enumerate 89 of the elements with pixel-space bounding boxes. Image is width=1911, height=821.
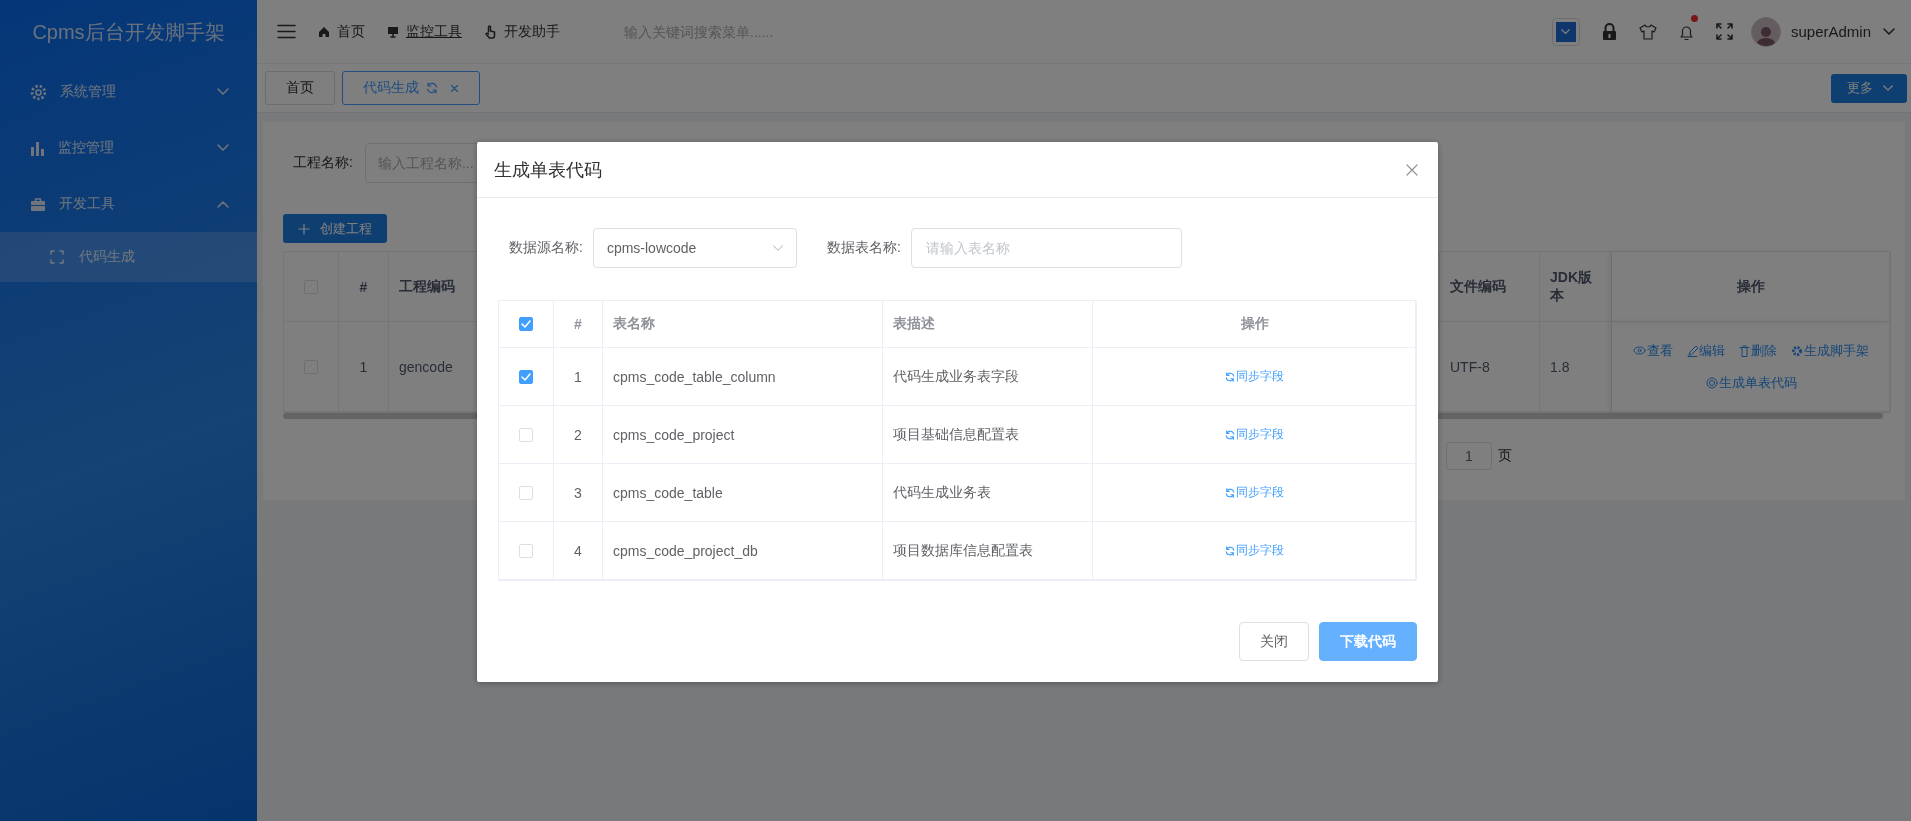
column-header: 表名称 <box>613 315 655 333</box>
table-cell: 1 <box>574 368 582 385</box>
gear-icon <box>1791 344 1803 357</box>
field-label: 数据源名称: <box>509 239 583 257</box>
table-cell: 代码生成业务表字段 <box>893 367 1019 386</box>
refresh-icon <box>1225 371 1235 382</box>
refresh-icon <box>1225 429 1235 440</box>
table-cell: 4 <box>574 542 582 559</box>
checkbox[interactable] <box>519 317 533 331</box>
fullscreen-icon[interactable] <box>1715 23 1733 40</box>
chevron-down-icon[interactable] <box>1883 27 1895 36</box>
menu-item[interactable]: 监控管理 <box>0 120 257 176</box>
select-field[interactable]: cpms-lowcode <box>592 228 797 268</box>
table-cell: 3 <box>574 484 582 501</box>
chevron-down-icon <box>771 244 784 252</box>
target-icon <box>1705 376 1718 389</box>
briefcase-icon <box>30 196 46 212</box>
input-field[interactable]: 请输入表名称 <box>910 228 1182 268</box>
column-header: # <box>359 278 368 295</box>
column-header: 操作 <box>1737 277 1765 296</box>
close-icon[interactable] <box>450 83 459 93</box>
close-icon[interactable] <box>1406 163 1418 176</box>
app-title: Cpms后台开发脚手架 <box>31 19 226 45</box>
eye-icon <box>1633 346 1646 355</box>
trash-icon <box>1739 344 1750 357</box>
table-cell: 1 <box>359 358 368 375</box>
nav-link[interactable]: 监控工具 <box>387 22 462 41</box>
table-cell: cpms_code_project <box>613 426 735 443</box>
dialog-title: 生成单表代码 <box>494 158 603 182</box>
lock-icon[interactable] <box>1601 22 1617 41</box>
field-label: 工程名称: <box>293 154 353 172</box>
home-icon <box>318 25 330 38</box>
menu-icon[interactable] <box>277 24 296 39</box>
table-cell: 代码生成业务表 <box>893 483 991 502</box>
menu-item[interactable]: 系统管理 <box>0 64 257 120</box>
action-link[interactable]: 编辑 <box>1687 341 1725 360</box>
table-cell: 1.8 <box>1550 358 1570 375</box>
sync-link[interactable]: 同步字段 <box>1225 484 1284 501</box>
action-link[interactable]: 删除 <box>1739 341 1777 360</box>
column-header: 工程编码 <box>399 277 455 296</box>
column-header: # <box>574 316 582 332</box>
username[interactable]: superAdmin <box>1790 23 1871 40</box>
table-cell: cpms_code_project_db <box>613 542 758 559</box>
pencil-icon <box>1687 344 1698 357</box>
chevron-down-icon <box>1561 28 1571 35</box>
close-button[interactable]: 关闭 <box>1239 622 1309 661</box>
plus-icon <box>298 222 310 235</box>
action-link[interactable]: 生成脚手架 <box>1791 341 1869 360</box>
check-icon <box>521 372 531 381</box>
more-button[interactable]: 更多 <box>1831 73 1907 103</box>
gear-icon <box>30 83 47 101</box>
menu-item[interactable]: 开发工具 <box>0 176 257 232</box>
table-cell: gencode <box>399 358 453 375</box>
action-link[interactable]: 生成单表代码 <box>1705 373 1797 392</box>
refresh-icon <box>426 82 438 94</box>
avatar[interactable] <box>1750 16 1781 47</box>
column-header: 文件编码 <box>1450 277 1506 296</box>
column-header: 操作 <box>1240 315 1269 333</box>
column-header: JDK版本 <box>1550 268 1593 305</box>
check-icon <box>521 320 531 328</box>
page-unit: 页 <box>1498 447 1512 465</box>
scan-icon <box>50 250 64 264</box>
tab[interactable]: 代码生成 <box>342 71 480 105</box>
tab[interactable]: 首页 <box>265 71 335 105</box>
checkbox[interactable] <box>519 369 533 384</box>
table-cell: UTF-8 <box>1450 358 1490 375</box>
table-cell: cpms_code_table <box>613 484 723 501</box>
shirt-icon[interactable] <box>1638 23 1657 40</box>
refresh-icon <box>1225 487 1235 498</box>
field-label: 数据表名称: <box>826 239 901 257</box>
table-cell: 项目基础信息配置表 <box>893 425 1019 444</box>
sync-link[interactable]: 同步字段 <box>1225 368 1284 385</box>
table-cell: 2 <box>574 426 582 443</box>
nav-link[interactable]: 开发助手 <box>484 22 560 41</box>
refresh-icon <box>1225 545 1235 556</box>
dropdown-toggle[interactable] <box>1551 17 1580 46</box>
create-button[interactable]: 创建工程 <box>283 214 387 243</box>
chevron-down-icon <box>1883 84 1893 92</box>
download-button[interactable]: 下载代码 <box>1319 622 1417 661</box>
column-header: 表描述 <box>893 315 935 333</box>
monitor-icon <box>387 25 399 38</box>
sync-link[interactable]: 同步字段 <box>1225 542 1284 559</box>
table-cell: 项目数据库信息配置表 <box>893 541 1033 560</box>
action-link[interactable]: 查看 <box>1633 341 1673 360</box>
page-input[interactable]: 1 <box>1446 442 1492 470</box>
nav-link[interactable]: 首页 <box>318 22 365 41</box>
table-cell: cpms_code_table_column <box>613 368 776 385</box>
sync-link[interactable]: 同步字段 <box>1225 426 1284 443</box>
bar-chart-icon <box>30 140 45 156</box>
